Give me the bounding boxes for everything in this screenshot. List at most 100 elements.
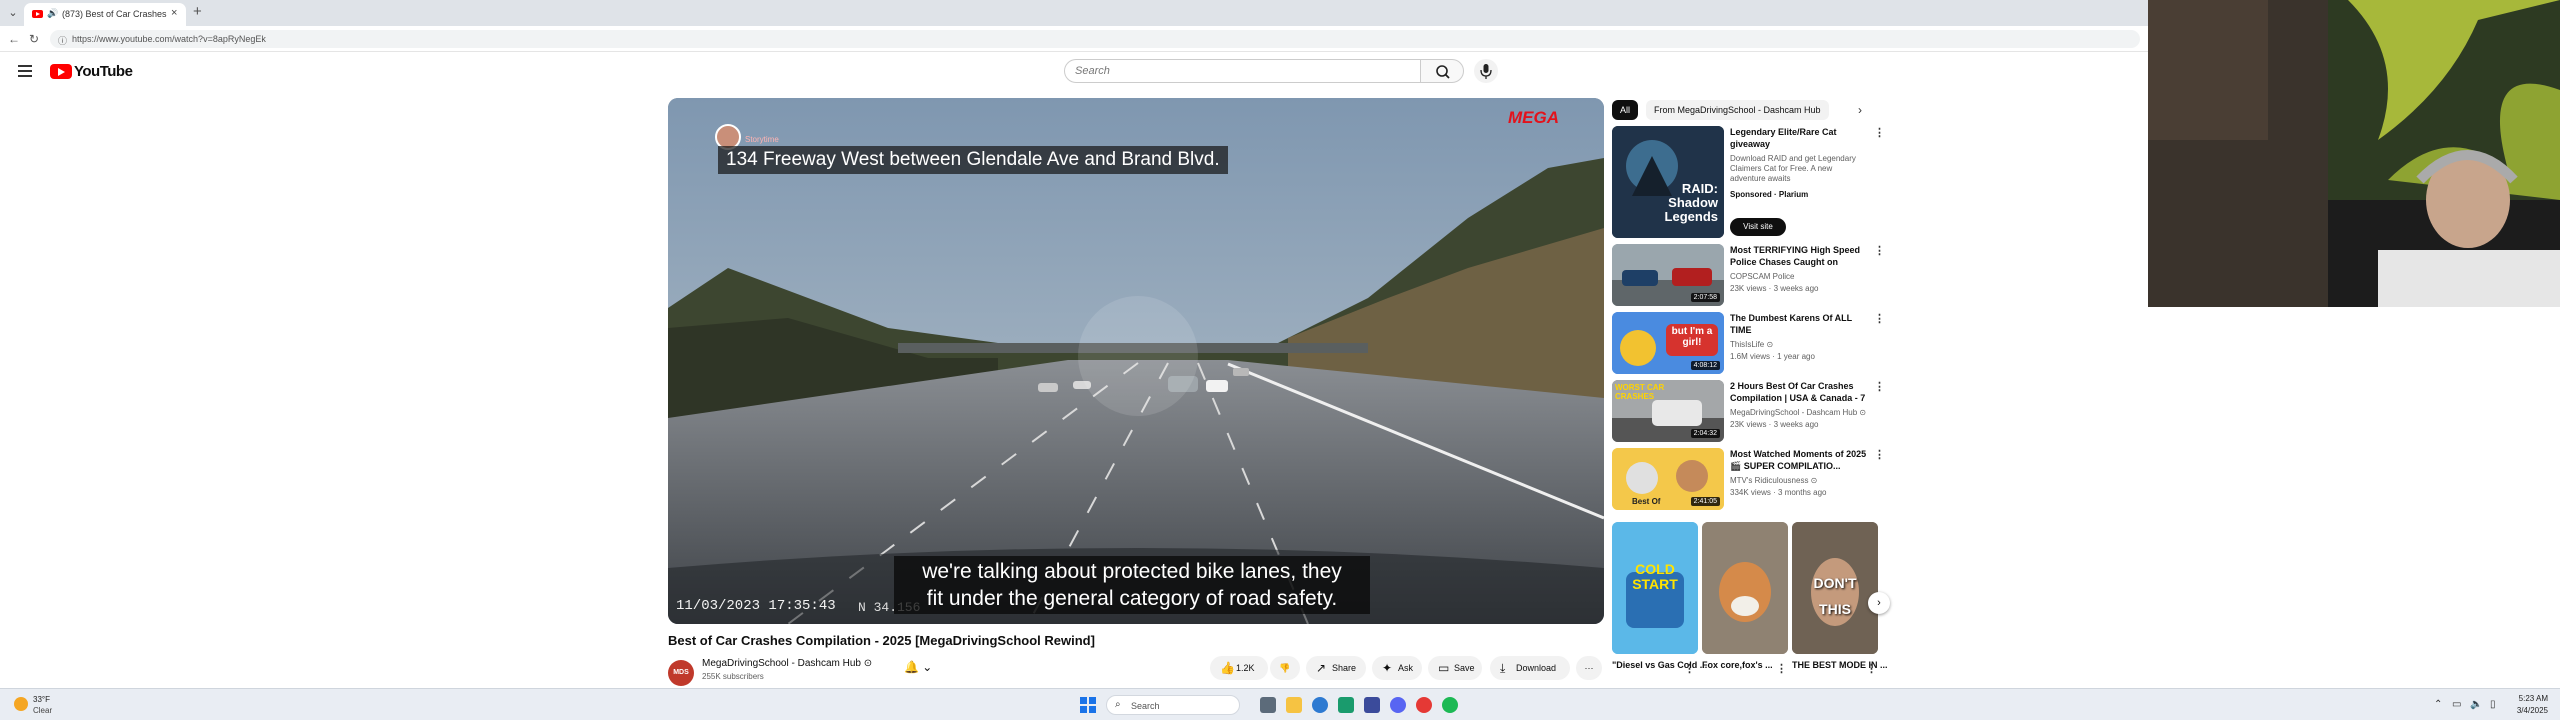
video-channel[interactable]: ThisIsLife ⊙ [1730, 340, 1773, 349]
download-icon: ⤓ [1500, 661, 1506, 675]
save-label: Save [1454, 663, 1475, 673]
notification-bell-icon[interactable]: 🔔 ⌄ [904, 660, 940, 680]
tab-close-icon[interactable]: × [171, 7, 177, 19]
search-icon [1436, 65, 1450, 79]
clock-date[interactable]: 3/4/2025 [2512, 706, 2548, 715]
short-title[interactable]: Fox core,fox's ... [1702, 660, 1773, 670]
webcam-feed [2148, 0, 2560, 307]
store-icon[interactable] [1364, 697, 1380, 713]
speaker-icon[interactable]: 🔊 [47, 8, 58, 19]
list-item[interactable]: but I'm a girl! 4:08:12 The Dumbest Kare… [1612, 312, 1885, 376]
video-thumbnail[interactable]: Best Of 2:41:05 [1612, 448, 1724, 510]
video-player[interactable]: Storytime 134 Freeway West between Glend… [668, 98, 1604, 624]
more-vertical-icon[interactable]: ⋮ [1874, 448, 1885, 461]
chip-from-channel[interactable]: From MegaDrivingSchool - Dashcam Hub [1646, 100, 1829, 120]
more-vertical-icon[interactable]: ⋮ [1874, 380, 1885, 393]
ask-button[interactable]: ✦ Ask [1372, 656, 1422, 680]
share-label: Share [1332, 663, 1357, 673]
windows-start-icon[interactable] [1080, 697, 1096, 713]
list-item[interactable]: Best Of 2:41:05 Most Watched Moments of … [1612, 448, 1885, 512]
save-button[interactable]: ▭ Save [1428, 656, 1482, 680]
search-button[interactable] [1420, 59, 1464, 83]
edge-browser-icon[interactable] [1338, 697, 1354, 713]
youtube-wordmark[interactable]: YouTube [74, 63, 133, 80]
spotify-icon[interactable] [1442, 697, 1458, 713]
more-vertical-icon[interactable]: ⋮ [1866, 662, 1877, 675]
share-icon: ↗ [1316, 661, 1327, 675]
ad-description: Download RAID and get Legendary Claimers… [1730, 154, 1856, 183]
list-item[interactable]: WORST CAR CRASHES 2:04:32 2 Hours Best O… [1612, 380, 1885, 444]
youtube-favicon-icon [32, 10, 43, 18]
chrome-browser-icon[interactable] [1312, 697, 1328, 713]
video-thumbnail[interactable]: 2:07:58 [1612, 244, 1724, 306]
more-vertical-icon[interactable]: ⋮ [1874, 312, 1885, 325]
task-view-icon[interactable] [1260, 697, 1276, 713]
video-meta: 23K views · 3 weeks ago [1730, 420, 1819, 429]
mega-watermark: MEGA [1508, 108, 1559, 127]
video-title[interactable]: 2 Hours Best Of Car Crashes Compilation … [1730, 380, 1870, 404]
site-info-icon[interactable]: ⓘ [58, 34, 67, 47]
video-channel[interactable]: COPSCAM Police [1730, 272, 1794, 281]
taskbar-search-input[interactable]: ⌕ Search [1106, 695, 1240, 715]
webcam-overlay [2148, 0, 2560, 307]
video-channel[interactable]: MegaDrivingSchool - Dashcam Hub ⊙ [1730, 408, 1866, 417]
video-thumbnail[interactable]: but I'm a girl! 4:08:12 [1612, 312, 1724, 374]
clock-time[interactable]: 5:23 AM [2512, 694, 2548, 703]
download-button[interactable]: ⤓ Download [1490, 656, 1570, 680]
video-meta: 334K views · 3 months ago [1730, 488, 1827, 497]
weather-condition[interactable]: Clear [33, 706, 52, 715]
ad-title[interactable]: Legendary Elite/Rare Cat giveaway [1730, 126, 1870, 150]
short-thumbnail[interactable]: DON'T THIS [1792, 522, 1878, 654]
duration-badge: 4:08:12 [1690, 361, 1720, 370]
ad-sponsor: Sponsored · Plarium [1730, 190, 1809, 199]
discord-icon[interactable] [1390, 697, 1406, 713]
dislike-button[interactable]: 👎 [1270, 656, 1300, 680]
shorts-next-chevron-icon[interactable]: › [1868, 592, 1890, 614]
file-explorer-icon[interactable] [1286, 697, 1302, 713]
more-vertical-icon[interactable]: ⋮ [1874, 126, 1885, 139]
back-arrow-icon[interactable]: ← [6, 31, 22, 47]
network-icon[interactable]: ▭ [2452, 699, 2461, 710]
video-channel[interactable]: MTV's Ridiculousness ⊙ [1730, 476, 1817, 485]
search-input[interactable]: Search [1064, 59, 1420, 83]
more-vertical-icon[interactable]: ⋮ [1874, 244, 1885, 257]
new-tab-button[interactable]: + [193, 4, 202, 20]
obs-icon[interactable] [1416, 697, 1432, 713]
voice-search-button[interactable] [1474, 59, 1498, 83]
more-vertical-icon[interactable]: ⋮ [1776, 662, 1787, 675]
channel-avatar[interactable]: MDS [668, 660, 694, 686]
address-bar[interactable]: ⓘ https://www.youtube.com/watch?v=8apRyN… [50, 30, 2140, 48]
video-title[interactable]: Most TERRIFYING High Speed Police Chases… [1730, 244, 1870, 268]
short-thumbnail[interactable] [1702, 522, 1788, 654]
youtube-logo-icon[interactable] [50, 64, 72, 79]
more-horizontal-icon: ··· [1584, 663, 1594, 673]
tab-list-chevron-icon[interactable]: ⌄ [6, 6, 20, 20]
short-thumbnail[interactable]: COLD START [1612, 522, 1698, 654]
sponsored-ad[interactable]: RAID: Shadow Legends Legendary Elite/Rar… [1612, 126, 1885, 240]
video-title: Best of Car Crashes Compilation - 2025 [… [668, 633, 1095, 648]
search-placeholder: Search [1075, 65, 1110, 77]
video-title[interactable]: The Dumbest Karens Of ALL TIME [1730, 312, 1870, 336]
chevron-right-icon[interactable]: › [1858, 103, 1862, 117]
like-count: 1.2K [1236, 663, 1255, 673]
chip-all[interactable]: All [1612, 100, 1639, 120]
reload-icon[interactable]: ↻ [26, 31, 42, 47]
video-thumbnail[interactable]: WORST CAR CRASHES 2:04:32 [1612, 380, 1724, 442]
battery-icon[interactable]: ▯ [2490, 699, 2496, 710]
weather-sun-icon[interactable] [14, 697, 28, 711]
more-actions-button[interactable]: ··· [1576, 656, 1602, 680]
list-item[interactable]: 2:07:58 Most TERRIFYING High Speed Polic… [1612, 244, 1885, 308]
channel-name[interactable]: MegaDrivingSchool - Dashcam Hub ⊙ [702, 658, 872, 669]
weather-temperature[interactable]: 33°F [33, 695, 50, 704]
short-thumbnail-text: DON'T THIS [1792, 570, 1878, 622]
share-button[interactable]: ↗ Share [1306, 656, 1366, 680]
hamburger-menu-icon[interactable] [18, 65, 32, 77]
tray-chevron-up-icon[interactable]: ⌃ [2434, 699, 2442, 710]
video-title[interactable]: Most Watched Moments of 2025 🎬 SUPER COM… [1730, 448, 1870, 472]
visit-site-button[interactable]: Visit site [1730, 218, 1786, 236]
more-vertical-icon[interactable]: ⋮ [1684, 662, 1695, 675]
speaker-icon[interactable]: 🔈 [2470, 699, 2482, 710]
like-button[interactable]: 👍 1.2K [1210, 656, 1268, 680]
ad-thumbnail[interactable]: RAID: Shadow Legends [1612, 126, 1724, 238]
browser-tab-youtube[interactable]: 🔊 (873) Best of Car Crashes Com × [24, 3, 186, 26]
